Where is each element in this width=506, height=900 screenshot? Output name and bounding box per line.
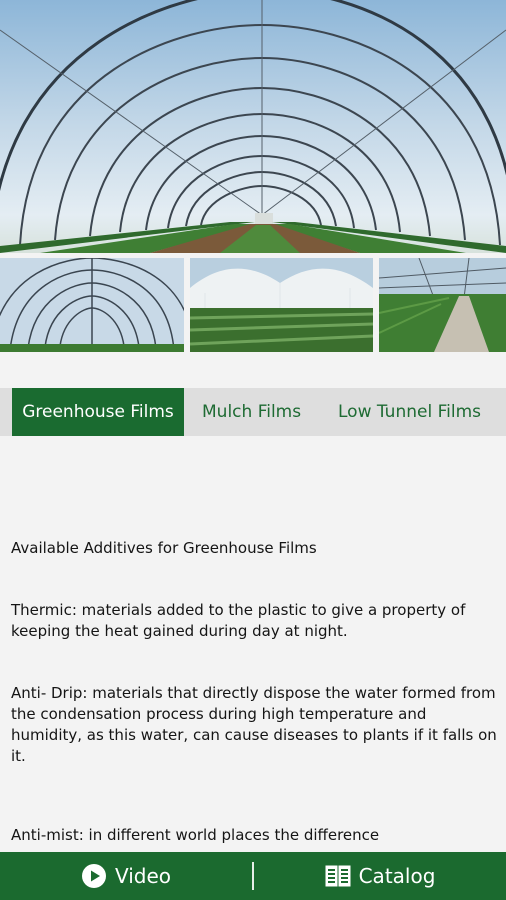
play-circle-icon (81, 863, 107, 889)
catalog-button[interactable]: Catalog (254, 852, 506, 900)
section-title: Available Additives for Greenhouse Films (11, 539, 317, 557)
tab-greenhouse-films[interactable]: Greenhouse Films (12, 388, 184, 436)
bottom-action-bar: Video Catalog (0, 852, 506, 900)
tab-low-tunnel-films[interactable]: Low Tunnel Films (331, 388, 488, 436)
film-type-tabs: Greenhouse Films Mulch Films Low Tunnel … (0, 388, 506, 436)
paragraph-anti-drip: Anti- Drip: materials that directly disp… (11, 684, 497, 765)
thumbnail-image-1[interactable] (0, 258, 184, 352)
thumbnail-gallery (0, 258, 506, 352)
paragraph-anti-mist: Anti-mist: in different world places the… (11, 826, 380, 844)
thumbnail-image-2[interactable] (190, 258, 373, 352)
paragraph-thermic: Thermic: materials added to the plastic … (11, 601, 466, 640)
tab-mulch-films[interactable]: Mulch Films (195, 388, 317, 436)
book-icon (325, 864, 351, 888)
video-button[interactable]: Video (0, 852, 252, 900)
hero-greenhouse-image (0, 0, 506, 253)
thumbnail-image-3[interactable] (379, 258, 506, 352)
video-label: Video (114, 864, 172, 888)
catalog-label: Catalog (358, 864, 436, 888)
